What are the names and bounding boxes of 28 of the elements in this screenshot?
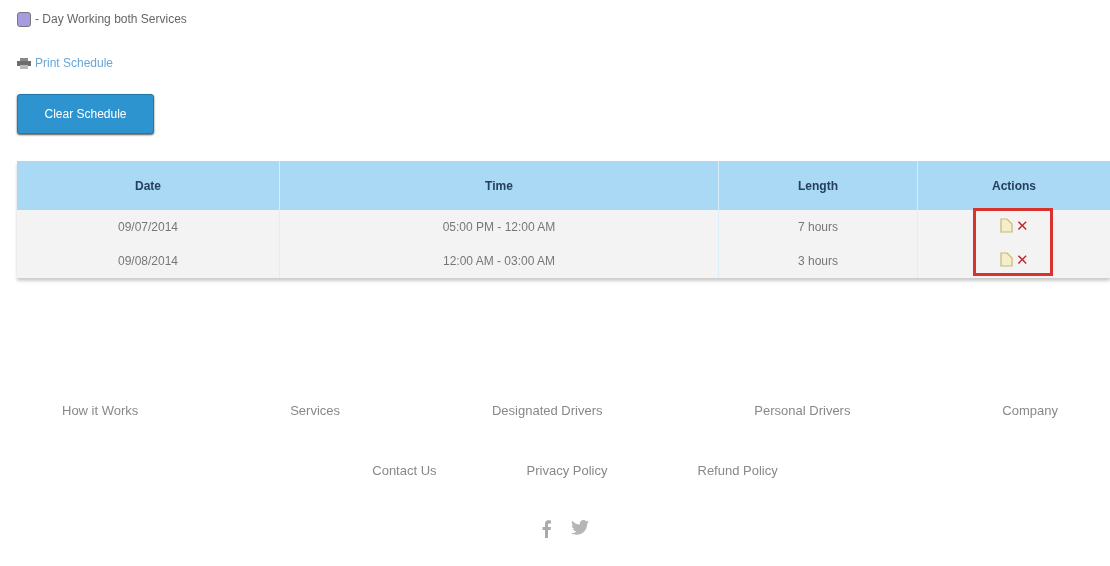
document-icon[interactable]: [999, 218, 1013, 234]
column-header: Length: [718, 161, 918, 210]
footer-link[interactable]: How it Works: [62, 403, 139, 418]
legend-label: - Day Working both Services: [35, 12, 187, 26]
delete-button[interactable]: ✕: [1015, 251, 1029, 268]
table-cell: 05:00 PM - 12:00 AM: [279, 210, 719, 244]
footer-link[interactable]: Company: [1002, 403, 1058, 418]
column-header: Actions: [917, 161, 1110, 210]
printer-icon: [17, 57, 31, 69]
table-cell: 09/07/2014: [17, 210, 280, 244]
footer-link[interactable]: Personal Drivers: [754, 403, 851, 418]
facebook-icon[interactable]: [541, 520, 551, 538]
footer-link[interactable]: Privacy Policy: [526, 463, 608, 478]
footer-link[interactable]: Designated Drivers: [491, 403, 603, 418]
footer-link[interactable]: Contact Us: [372, 463, 437, 478]
footer-link[interactable]: Services: [290, 403, 341, 418]
print-schedule-link[interactable]: Print Schedule: [35, 56, 114, 70]
clear-schedule-button[interactable]: Clear Schedule: [17, 94, 154, 134]
table-cell: 7 hours: [718, 210, 918, 244]
column-header: Date: [17, 161, 280, 210]
table-cell: 3 hours: [718, 244, 918, 278]
document-icon[interactable]: [999, 252, 1013, 268]
twitter-icon[interactable]: [570, 520, 589, 535]
footer-link[interactable]: Refund Policy: [697, 463, 778, 478]
delete-button[interactable]: ✕: [1015, 217, 1029, 234]
table-cell: 09/08/2014: [17, 244, 280, 278]
column-header: Time: [279, 161, 719, 210]
table-cell: 12:00 AM - 03:00 AM: [279, 244, 719, 278]
